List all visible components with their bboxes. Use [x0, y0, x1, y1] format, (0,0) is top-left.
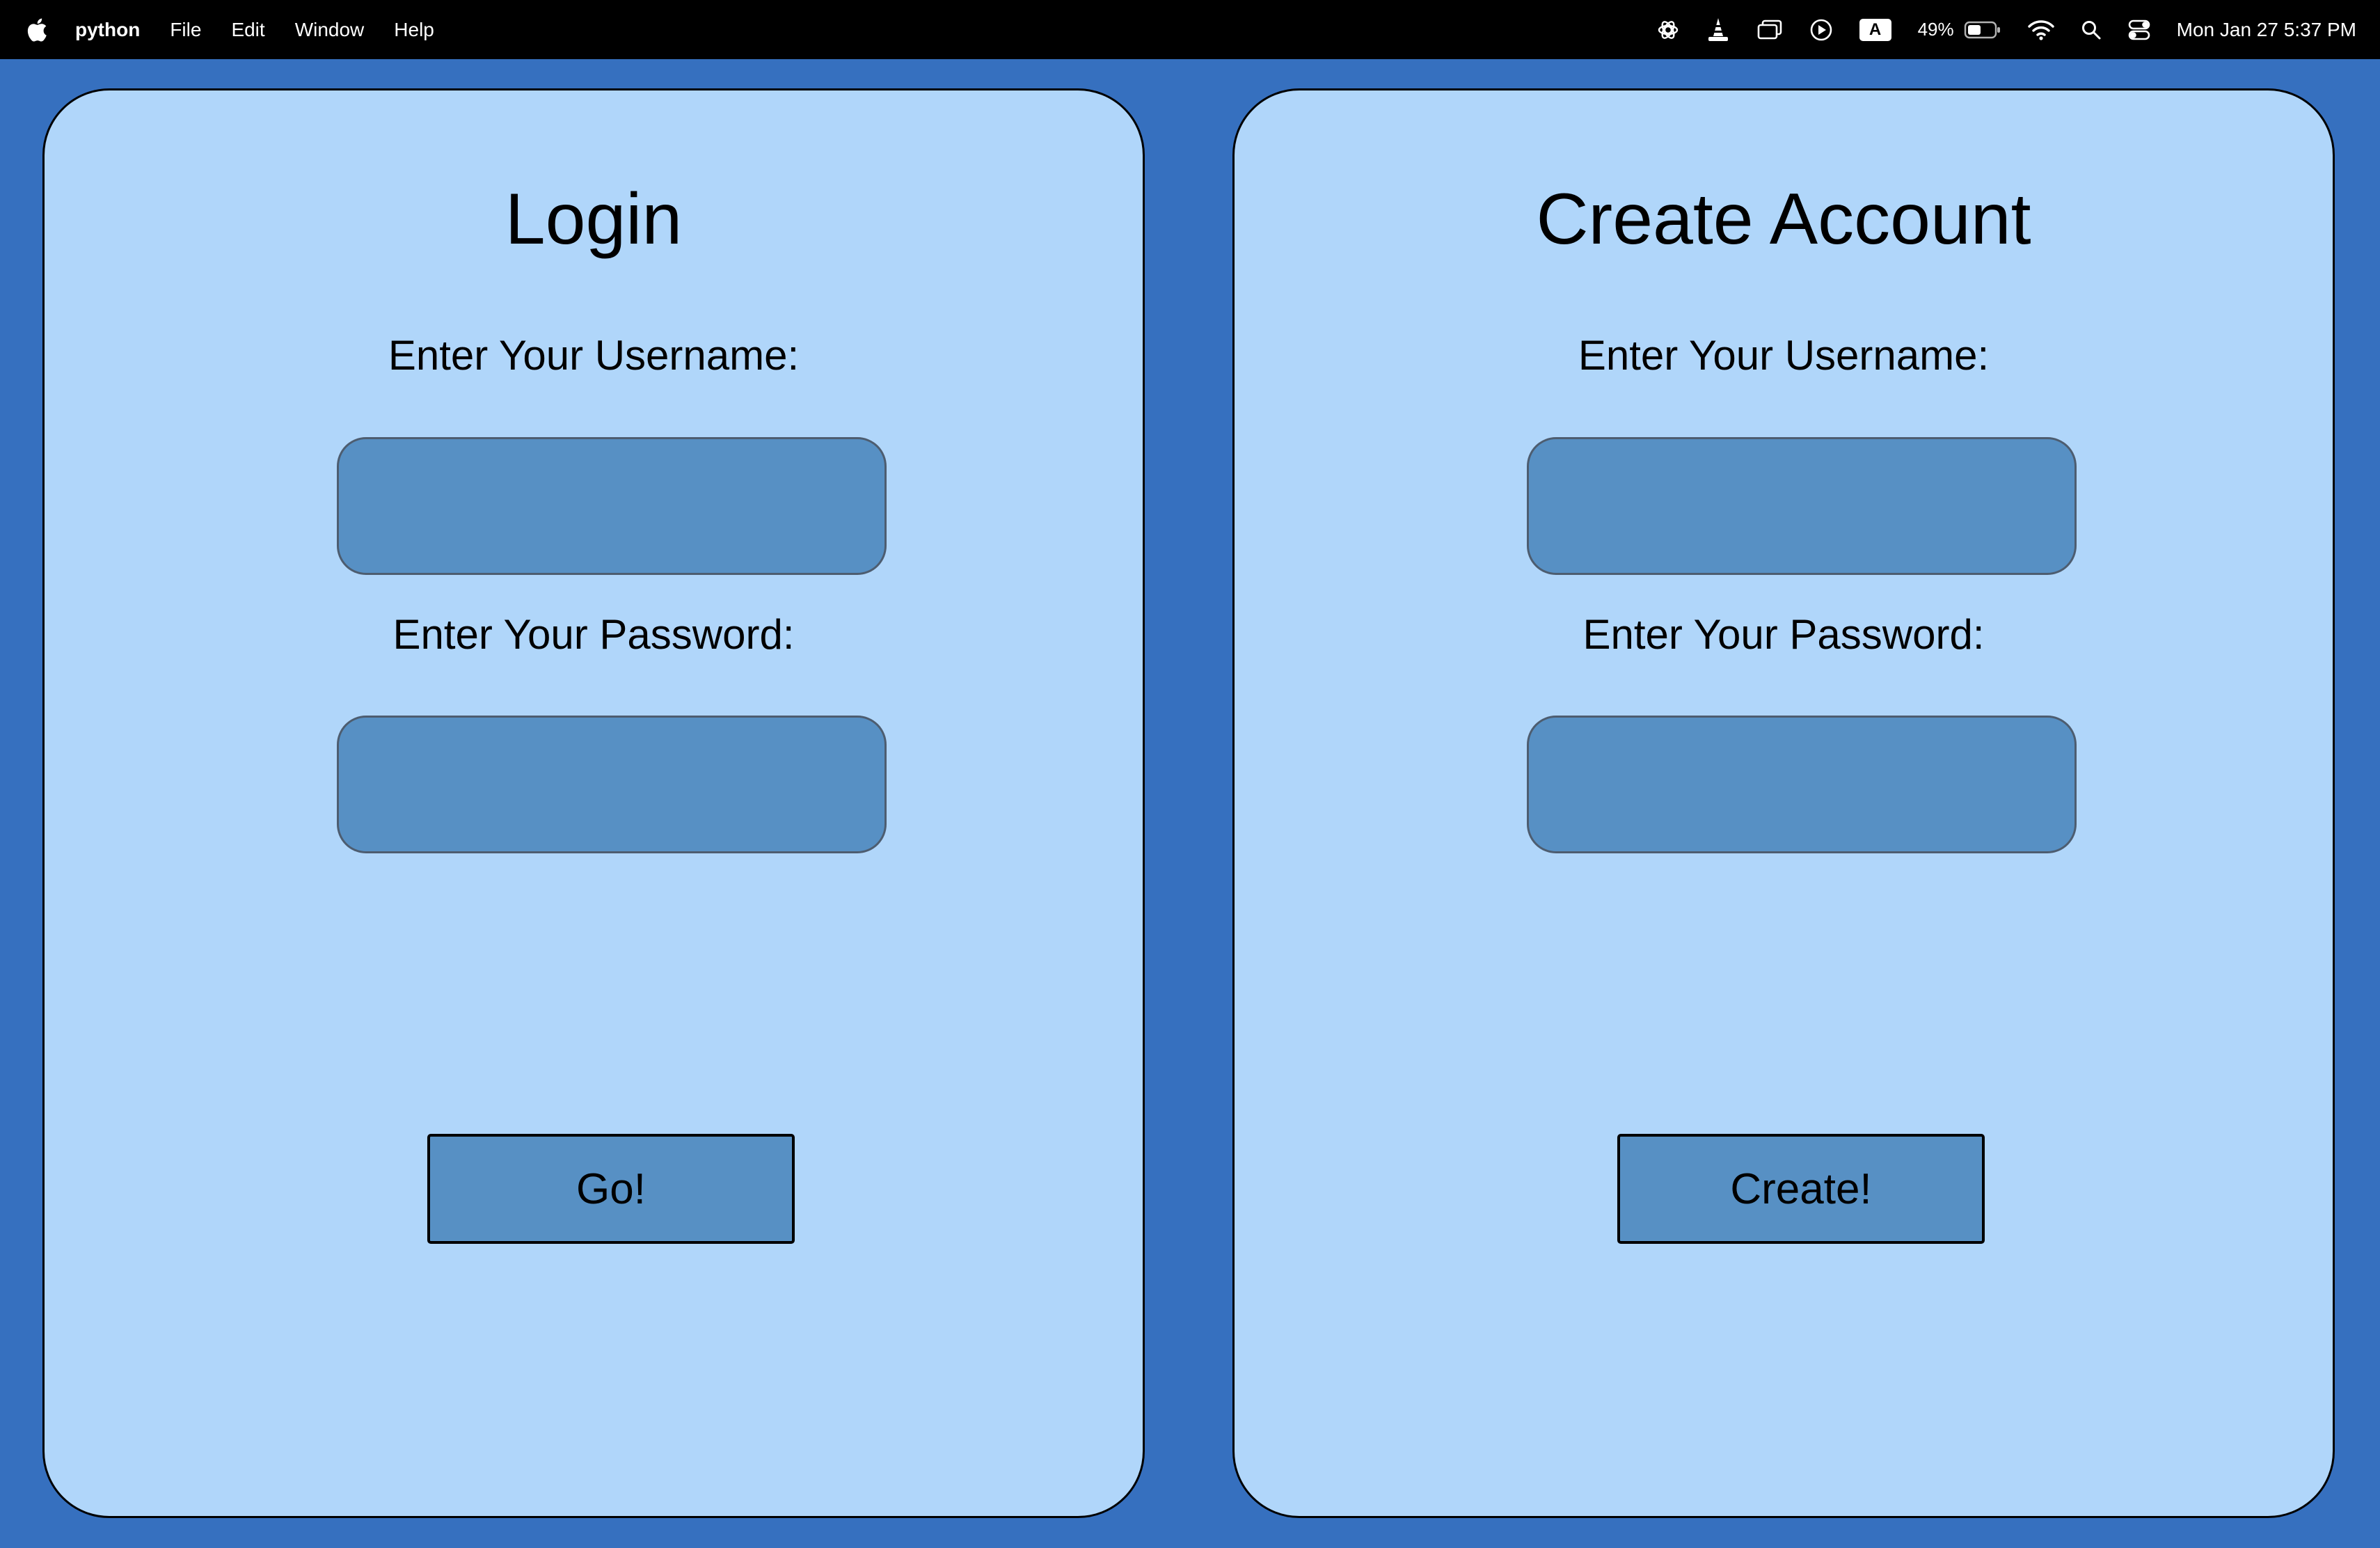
menu-file[interactable]: File	[170, 19, 201, 41]
menu-bar-clock[interactable]: Mon Jan 27 5:37 PM	[2177, 19, 2356, 41]
create-account-panel: Create Account Enter Your Username: Ente…	[1232, 88, 2335, 1518]
menu-bar: python File Edit Window Help A 49% Mon J…	[0, 0, 2380, 59]
menu-bar-status: A 49% Mon Jan 27 5:37 PM	[1630, 0, 2356, 59]
login-go-button[interactable]: Go!	[427, 1134, 795, 1244]
spotlight-search-icon[interactable]	[2081, 16, 2102, 44]
login-password-input[interactable]	[337, 716, 887, 853]
login-panel: Login Enter Your Username: Enter Your Pa…	[42, 88, 1145, 1518]
login-password-label: Enter Your Password:	[392, 611, 795, 658]
chatgpt-icon[interactable]	[1656, 16, 1680, 44]
create-password-label: Enter Your Password:	[1582, 611, 1985, 658]
menu-window[interactable]: Window	[295, 19, 365, 41]
play-circle-icon[interactable]	[1809, 16, 1833, 44]
wifi-icon[interactable]	[2027, 16, 2054, 44]
keyboard-input-icon[interactable]: A	[1859, 16, 1891, 44]
vlc-cone-icon[interactable]	[1706, 16, 1730, 44]
apple-icon[interactable]	[25, 16, 49, 44]
create-password-input[interactable]	[1527, 716, 2077, 853]
control-center-icon[interactable]	[2128, 16, 2150, 44]
menu-help[interactable]: Help	[394, 19, 434, 41]
login-username-label: Enter Your Username:	[388, 332, 800, 379]
create-username-input[interactable]	[1527, 437, 2077, 575]
screen-mirror-icon[interactable]	[1756, 16, 1783, 44]
app-menu-python[interactable]: python	[75, 19, 140, 41]
battery-icon[interactable]	[1964, 16, 2001, 44]
create-account-title: Create Account	[1536, 179, 2031, 260]
create-account-button[interactable]: Create!	[1617, 1134, 1985, 1244]
menu-bar-left: python File Edit Window Help	[25, 0, 464, 59]
create-username-label: Enter Your Username:	[1578, 332, 1990, 379]
login-username-input[interactable]	[337, 437, 887, 575]
login-title: Login	[505, 179, 683, 260]
battery-percent: 49%	[1917, 19, 1954, 40]
input-source-badge: A	[1859, 18, 1891, 41]
menu-edit[interactable]: Edit	[231, 19, 264, 41]
